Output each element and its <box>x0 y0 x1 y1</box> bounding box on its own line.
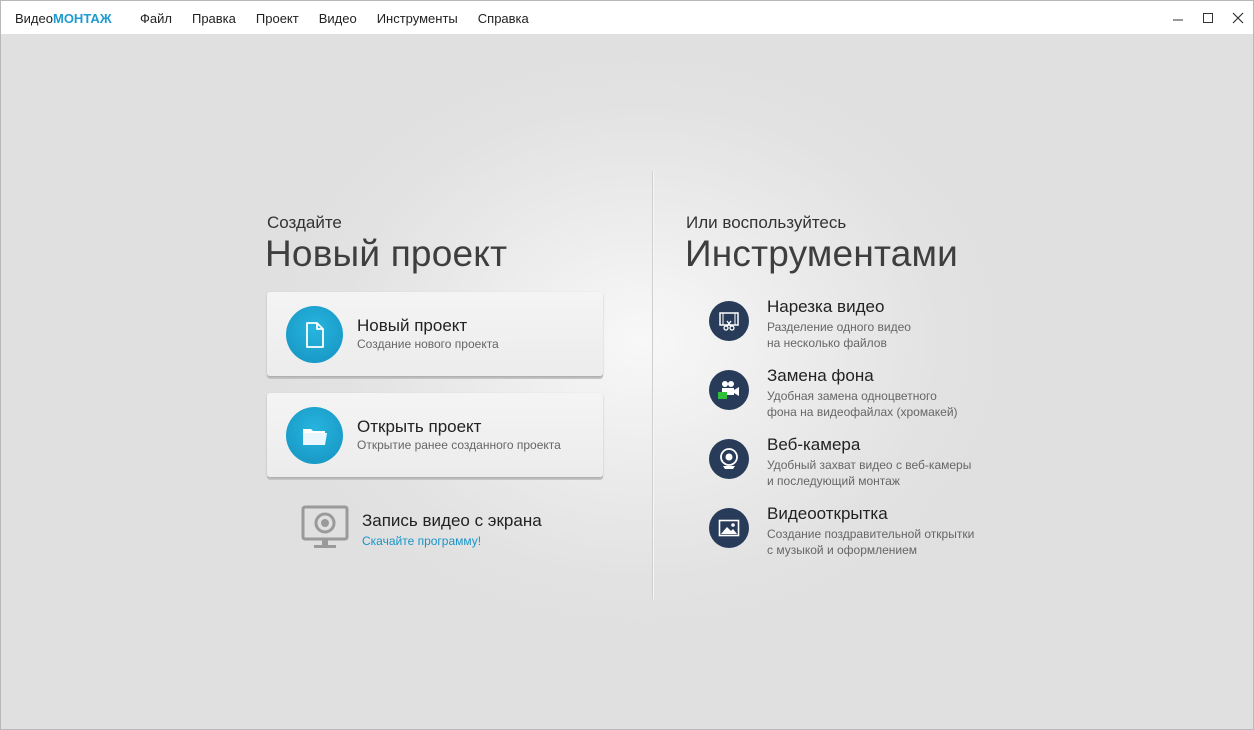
window-controls <box>1163 1 1253 34</box>
menu-tools[interactable]: Инструменты <box>367 11 468 26</box>
app-name-brand: МОНТАЖ <box>52 11 112 26</box>
download-program-link[interactable]: Скачайте программу! <box>362 534 481 548</box>
open-project-title: Открыть проект <box>357 417 482 436</box>
tool-video-card-title: Видеооткрытка <box>767 504 888 523</box>
monitor-webcam-icon <box>301 505 349 548</box>
tool-video-cut-title: Нарезка видео <box>767 297 885 316</box>
tool-chromakey-desc: Удобная замена одноцветного фона на виде… <box>767 388 958 420</box>
tool-video-card-desc: Создание поздравительной открытки с музы… <box>767 526 974 558</box>
tool-video-cut-desc-line1: Разделение одного видео <box>767 320 911 334</box>
tool-chromakey-icon-circle <box>709 370 749 410</box>
open-project-subtitle: Открытие ранее созданного проекта <box>357 438 561 452</box>
new-project-icon-circle <box>286 306 343 363</box>
close-icon <box>1232 12 1244 23</box>
minimize-button[interactable] <box>1163 1 1193 34</box>
tool-webcam-desc: Удобный захват видео с веб-камеры и посл… <box>767 457 971 489</box>
menu-bar: Файл Правка Проект Видео Инструменты Спр… <box>130 11 539 26</box>
new-project-title: Новый проект <box>357 316 468 335</box>
tool-webcam-title: Веб-камера <box>767 435 861 454</box>
right-kicker: Или воспользуйтесь <box>686 213 847 232</box>
tool-video-card-icon-circle <box>709 508 749 548</box>
tool-video-cut[interactable]: Нарезка видео Разделение одного видео на… <box>709 297 1029 361</box>
new-project-button[interactable]: Новый проект Создание нового проекта <box>267 292 603 376</box>
tool-video-cut-icon-circle <box>709 301 749 341</box>
tool-webcam-desc-line1: Удобный захват видео с веб-камеры <box>767 458 972 472</box>
menu-file[interactable]: Файл <box>130 11 182 26</box>
left-kicker: Создайте <box>267 213 342 232</box>
app-name-prefix: Видео <box>15 11 53 26</box>
new-project-subtitle: Создание нового проекта <box>357 337 499 351</box>
screen-record-promo[interactable]: Запись видео с экрана Скачайте программу… <box>301 503 621 553</box>
tool-webcam[interactable]: Веб-камера Удобный захват видео с веб-ка… <box>709 435 1029 499</box>
tool-chromakey-desc-line1: Удобная замена одноцветного <box>767 389 937 403</box>
tool-video-card-desc-line1: Создание поздравительной открытки <box>767 527 975 541</box>
menu-help[interactable]: Справка <box>468 11 539 26</box>
tool-chromakey[interactable]: Замена фона Удобная замена одноцветного … <box>709 366 1029 430</box>
maximize-button[interactable] <box>1193 1 1223 34</box>
close-button[interactable] <box>1223 1 1253 34</box>
webcam-icon <box>720 448 738 469</box>
open-project-icon-circle <box>286 407 343 464</box>
left-title: Новый проект <box>265 233 508 274</box>
tool-video-cut-desc: Разделение одного видео на несколько фай… <box>767 319 911 351</box>
maximize-icon <box>1203 12 1213 23</box>
tool-video-card[interactable]: Видеооткрытка Создание поздравительной о… <box>709 504 1029 568</box>
tool-chromakey-title: Замена фона <box>767 366 874 385</box>
app-logo: ВидеоМОНТАЖ <box>15 11 112 26</box>
right-title: Инструментами <box>685 233 958 274</box>
open-project-button[interactable]: Открыть проект Открытие ранее созданного… <box>267 393 603 477</box>
folder-icon <box>302 428 327 445</box>
app-window: ВидеоМОНТАЖ Файл Правка Проект Видео Инс… <box>0 0 1254 730</box>
screen-record-title: Запись видео с экрана <box>362 511 542 530</box>
menu-edit[interactable]: Правка <box>182 11 246 26</box>
tool-webcam-desc-line2: и последующий монтаж <box>767 474 900 488</box>
scissors-film-icon <box>719 312 739 331</box>
menu-project[interactable]: Проект <box>246 11 309 26</box>
title-bar: ВидеоМОНТАЖ Файл Правка Проект Видео Инс… <box>1 1 1253 34</box>
chromakey-camera-icon <box>718 381 739 399</box>
minimize-icon <box>1173 19 1183 20</box>
tool-video-card-desc-line2: с музыкой и оформлением <box>767 543 918 557</box>
image-card-icon <box>718 519 740 537</box>
column-divider <box>652 171 654 599</box>
tool-chromakey-desc-line2: фона на видеофайлах (хромакей) <box>767 405 958 419</box>
document-icon <box>305 321 324 348</box>
menu-video[interactable]: Видео <box>309 11 367 26</box>
tool-video-cut-desc-line2: на несколько файлов <box>767 336 887 350</box>
tool-webcam-icon-circle <box>709 439 749 479</box>
